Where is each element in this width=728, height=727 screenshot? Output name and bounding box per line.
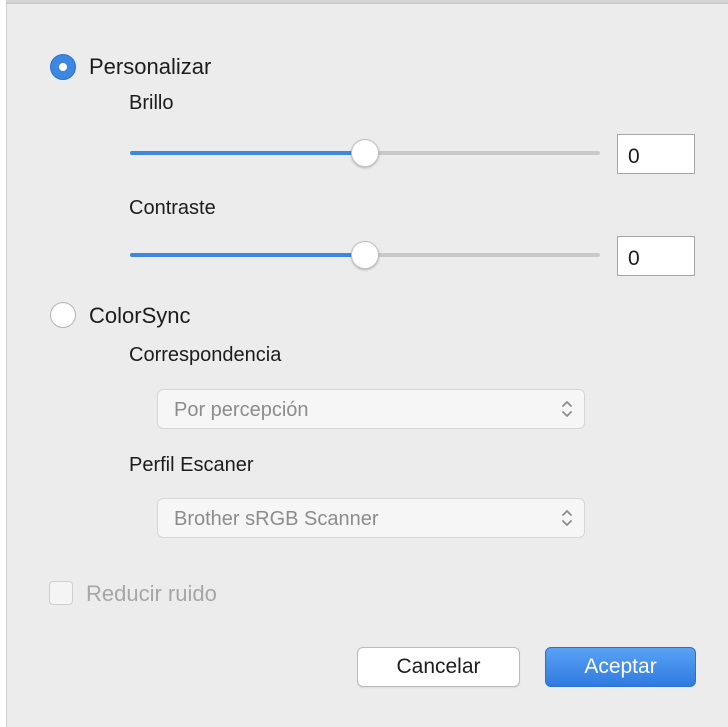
scanner-profile-label: Perfil Escaner [129, 454, 254, 476]
brightness-value-field[interactable]: 0 [617, 134, 695, 174]
colorsync-label[interactable]: ColorSync [89, 303, 190, 329]
colorsync-radio[interactable] [50, 302, 76, 328]
window-top-edge [0, 0, 728, 4]
brightness-slider-thumb[interactable] [351, 139, 379, 167]
cancel-button[interactable]: Cancelar [357, 647, 520, 687]
contrast-label: Contraste [129, 197, 216, 219]
contrast-slider-fill [130, 253, 365, 257]
noise-reduction-label: Reducir ruido [86, 581, 217, 606]
brightness-slider[interactable] [130, 139, 600, 167]
contrast-slider-thumb[interactable] [351, 241, 379, 269]
brightness-label: Brillo [129, 92, 174, 114]
brightness-slider-fill [130, 151, 365, 155]
personalizar-label[interactable]: Personalizar [89, 54, 211, 80]
matching-label: Correspondencia [129, 344, 282, 366]
noise-reduction-checkbox[interactable] [49, 581, 73, 605]
contrast-value-field[interactable]: 0 [617, 236, 695, 276]
up-down-chevron-icon [562, 510, 572, 526]
up-down-chevron-icon [562, 401, 572, 417]
matching-popup-value: Por percepción [174, 399, 309, 421]
matching-popup[interactable]: Por percepción [157, 389, 585, 429]
personalizar-radio[interactable] [50, 54, 76, 80]
window-left-edge [0, 0, 7, 727]
scanner-profile-popup[interactable]: Brother sRGB Scanner [157, 498, 585, 538]
scanner-profile-popup-value: Brother sRGB Scanner [174, 508, 379, 530]
contrast-slider[interactable] [130, 241, 600, 269]
accept-button[interactable]: Aceptar [545, 647, 696, 687]
